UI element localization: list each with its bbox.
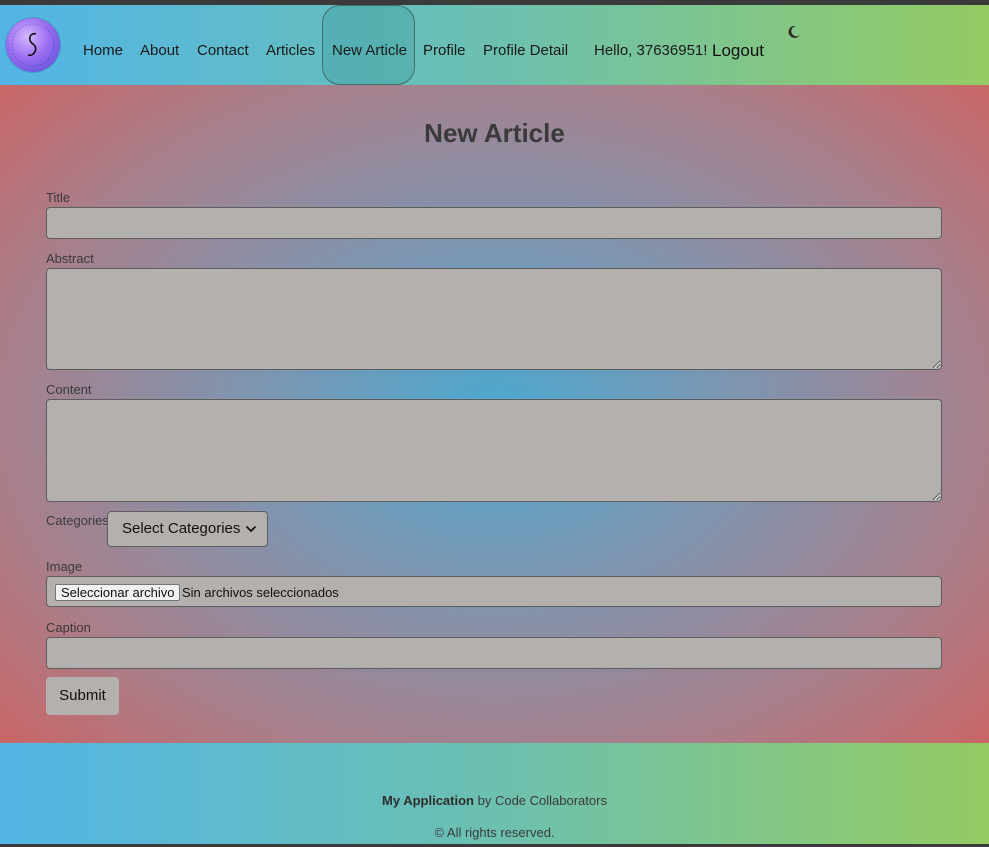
- nav-contact[interactable]: Contact: [197, 43, 249, 58]
- page-title: New Article: [424, 118, 565, 148]
- footer-copyright: © All rights reserved.: [434, 825, 555, 840]
- abstract-textarea[interactable]: [46, 268, 942, 370]
- categories-label: Categories: [46, 513, 109, 528]
- image-label: Image: [46, 559, 83, 574]
- choose-file-button[interactable]: Seleccionar archivo: [55, 584, 181, 601]
- categories-select[interactable]: Select Categories: [107, 511, 268, 547]
- footer-app-name: My Application: [382, 793, 474, 808]
- content-label: Content: [46, 382, 92, 397]
- logo[interactable]: [6, 18, 60, 72]
- nav-profile[interactable]: Profile: [423, 43, 466, 58]
- nav-about[interactable]: About: [140, 43, 179, 58]
- nav-home[interactable]: Home: [83, 43, 123, 58]
- user-greeting: Hello, 37636951!: [594, 42, 708, 59]
- categories-select-value: Select Categories: [122, 520, 241, 537]
- logout-button[interactable]: Logout: [712, 42, 764, 59]
- footer-credits: My Application by Code Collaborators: [0, 794, 989, 807]
- main-content: New Article Title Abstract Content Categ…: [0, 85, 989, 743]
- caption-input[interactable]: [46, 637, 942, 669]
- content-textarea[interactable]: [46, 399, 942, 502]
- submit-button[interactable]: Submit: [46, 677, 119, 715]
- footer: My Application by Code Collaborators © A…: [0, 743, 989, 844]
- nav-articles[interactable]: Articles: [266, 43, 315, 58]
- chevron-down-icon: [245, 525, 257, 533]
- nav-new-article[interactable]: New Article: [332, 43, 407, 58]
- image-file-input[interactable]: Seleccionar archivo Sin archivos selecci…: [46, 576, 942, 607]
- title-input[interactable]: [46, 207, 942, 239]
- title-label: Title: [46, 190, 71, 205]
- logo-icon: [11, 23, 55, 67]
- abstract-label: Abstract: [46, 251, 94, 266]
- nav-profile-detail[interactable]: Profile Detail: [483, 43, 568, 58]
- moon-icon[interactable]: [786, 24, 802, 40]
- file-status: Sin archivos seleccionados: [182, 585, 339, 600]
- footer-by-text: by Code Collaborators: [477, 793, 607, 808]
- navbar: Home About Contact Articles New Article …: [0, 5, 989, 85]
- caption-label: Caption: [46, 620, 91, 635]
